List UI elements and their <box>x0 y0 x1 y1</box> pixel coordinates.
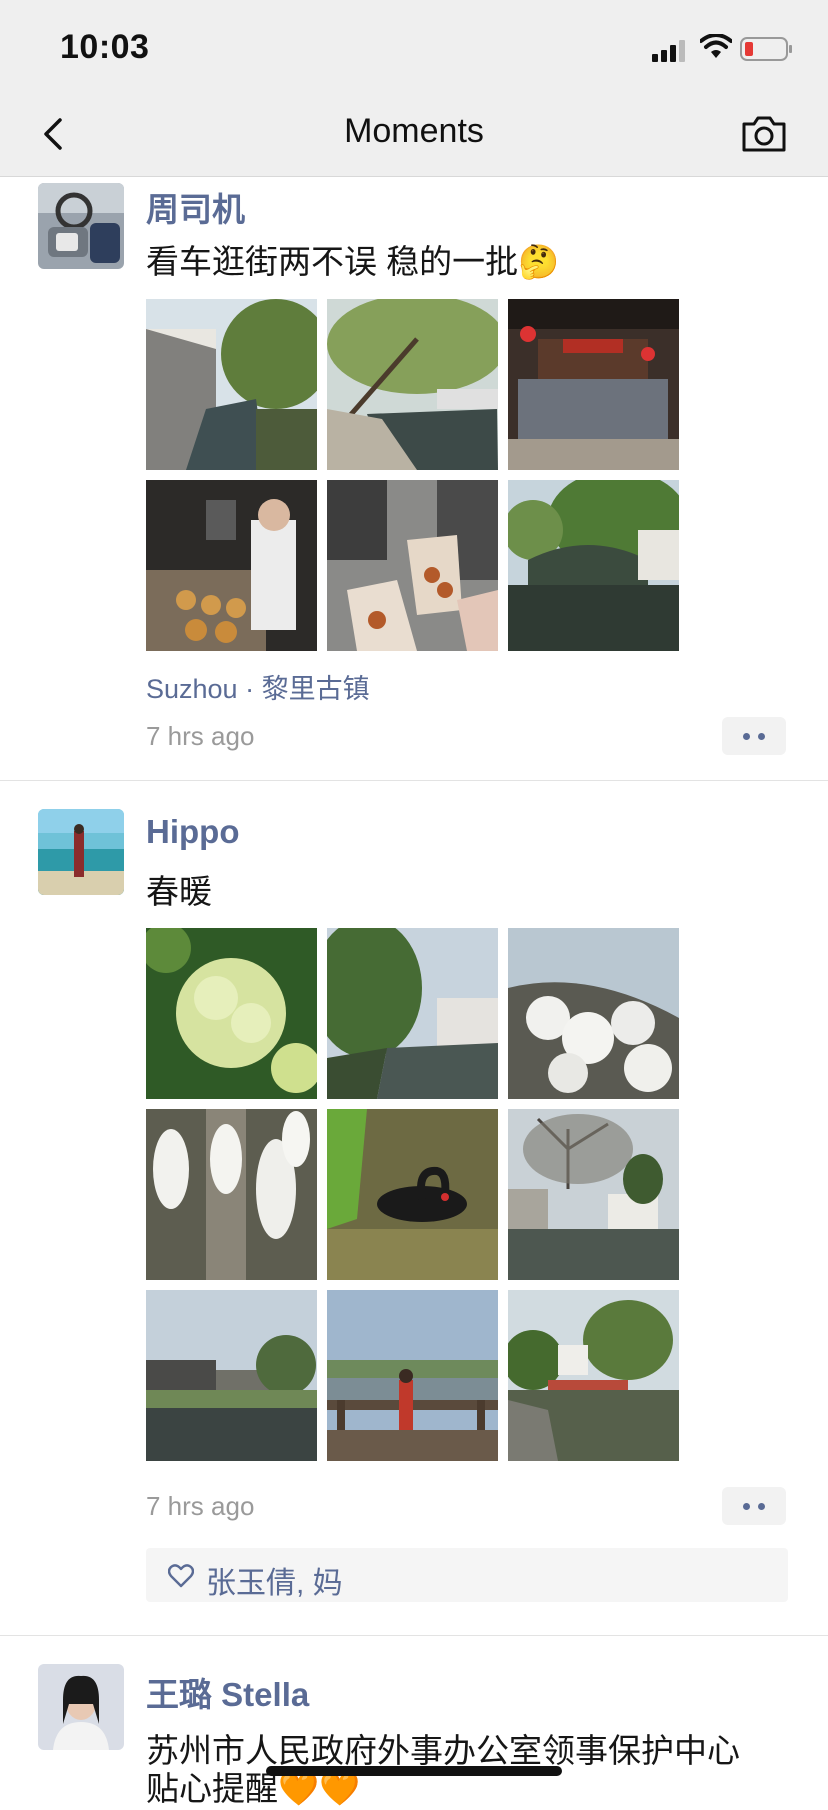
photo-thumbnail[interactable] <box>327 1290 498 1461</box>
author-name[interactable]: 周司机 <box>146 183 245 231</box>
photo-thumbnail[interactable] <box>146 299 317 470</box>
photo-grid <box>146 299 679 651</box>
post-text: 看车逛街两不误 稳的一批🤔 <box>146 243 560 280</box>
photo-grid <box>146 928 679 1461</box>
photo-thumbnail[interactable] <box>508 928 679 1099</box>
author-name[interactable]: 王璐 Stella <box>146 1668 309 1716</box>
photo-thumbnail[interactable] <box>146 1109 317 1280</box>
moment-post: Hippo 春暖 7 hrs ago 张玉倩, 妈 <box>0 781 828 1636</box>
photo-thumbnail[interactable] <box>327 480 498 651</box>
avatar[interactable] <box>38 1664 124 1750</box>
navigation-bar: 10:03 Moments <box>0 0 828 177</box>
photo-thumbnail[interactable] <box>146 480 317 651</box>
more-actions-button[interactable] <box>722 717 786 755</box>
status-time: 10:03 <box>60 28 150 66</box>
post-text: 春暖 <box>146 873 212 910</box>
photo-thumbnail[interactable] <box>508 480 679 651</box>
cellular-signal-icon <box>652 40 685 62</box>
moment-post: 周司机 看车逛街两不误 稳的一批🤔 Suzhou · 黎里古镇 7 hrs ag… <box>0 177 828 781</box>
likes-bar: 张玉倩, 妈 <box>146 1548 788 1602</box>
wifi-icon <box>700 34 732 58</box>
post-timestamp: 7 hrs ago <box>146 1491 255 1521</box>
post-timestamp: 7 hrs ago <box>146 721 255 751</box>
photo-thumbnail[interactable] <box>327 1109 498 1280</box>
photo-thumbnail[interactable] <box>327 299 498 470</box>
photo-thumbnail[interactable] <box>146 928 317 1099</box>
battery-low-icon <box>740 37 792 61</box>
location-link[interactable]: Suzhou · 黎里古镇 <box>146 667 370 706</box>
photo-thumbnail[interactable] <box>327 928 498 1099</box>
page-title: Moments <box>344 112 484 150</box>
author-name[interactable]: Hippo <box>146 813 239 851</box>
liked-by-names[interactable]: 张玉倩, 妈 <box>206 1558 343 1602</box>
moments-feed: 周司机 看车逛街两不误 稳的一批🤔 Suzhou · 黎里古镇 7 hrs ag… <box>0 177 828 1807</box>
avatar[interactable] <box>38 809 124 895</box>
photo-thumbnail[interactable] <box>508 299 679 470</box>
more-actions-button[interactable] <box>722 1487 786 1525</box>
photo-thumbnail[interactable] <box>508 1290 679 1461</box>
avatar[interactable] <box>38 183 124 269</box>
photo-thumbnail[interactable] <box>146 1290 317 1461</box>
photo-thumbnail[interactable] <box>508 1109 679 1280</box>
heart-icon <box>168 1564 194 1588</box>
camera-icon[interactable] <box>740 112 788 156</box>
home-indicator[interactable] <box>266 1766 562 1776</box>
